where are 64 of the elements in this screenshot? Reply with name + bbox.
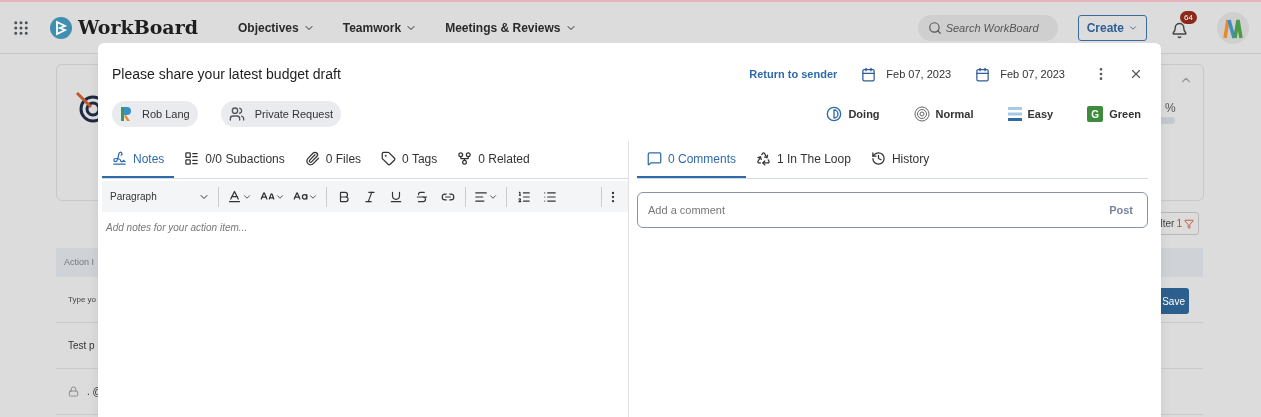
attribute-button[interactable]: Easy — [1007, 105, 1054, 123]
chip[interactable]: Private Request — [220, 101, 341, 127]
table-cell: Type yo — [68, 293, 96, 306]
paragraph-dropdown[interactable]: Paragraph — [106, 189, 214, 204]
bold-icon[interactable] — [337, 189, 351, 204]
italic-icon[interactable] — [363, 189, 377, 204]
comment-icon — [647, 151, 662, 166]
create-button[interactable]: Create — [1077, 14, 1147, 41]
lock-icon — [68, 386, 79, 397]
search-icon — [927, 20, 942, 35]
comment-field[interactable]: Add a comment Post — [637, 192, 1148, 228]
search-field[interactable]: Search WorkBoard — [917, 14, 1058, 41]
date-field[interactable]: Feb 07, 2023 — [975, 65, 1065, 83]
history-icon — [870, 151, 886, 166]
post-button[interactable]: Post — [1109, 201, 1137, 219]
app-name: WorkBoard — [78, 15, 198, 41]
concentric-circles-icon — [913, 106, 930, 122]
bullet-list-icon[interactable] — [543, 189, 557, 204]
paperclip-icon — [304, 151, 320, 166]
half-circle-icon — [826, 106, 843, 122]
tab[interactable]: History — [860, 141, 940, 178]
tab[interactable]: 0 Files — [294, 141, 372, 178]
align-left-icon — [474, 189, 488, 204]
calendar-icon — [861, 66, 877, 82]
tab[interactable]: Notes — [102, 141, 175, 178]
nav-menu[interactable]: Teamwork — [342, 18, 418, 37]
tab[interactable]: 1 In The Loop — [746, 141, 861, 178]
tag-icon — [381, 151, 397, 166]
table-cell-text: Test p — [68, 339, 95, 353]
logo-icon — [50, 16, 72, 39]
tab[interactable]: 0/0 Subactions — [174, 141, 295, 178]
close-icon[interactable] — [1129, 67, 1143, 81]
notes-field[interactable]: Add notes for your action item... — [102, 212, 628, 362]
tab[interactable]: 0 Comments — [637, 141, 747, 178]
health-badge: G — [1087, 106, 1104, 122]
calendar-icon — [975, 66, 991, 82]
nav-menu[interactable]: Objectives — [238, 18, 315, 37]
date-field[interactable]: Feb 07, 2023 — [861, 65, 952, 83]
return-link[interactable]: Return to sender — [749, 65, 838, 83]
apps-icon[interactable] — [12, 18, 30, 37]
chip[interactable]: Rob Lang — [112, 101, 198, 127]
avatar-icon — [120, 106, 132, 122]
font-color-icon — [227, 189, 242, 204]
underline-icon[interactable] — [389, 189, 403, 204]
tab[interactable]: 0 Tags — [371, 141, 448, 178]
progress-text: % — [1165, 100, 1176, 117]
strikethrough-icon[interactable] — [415, 189, 429, 204]
branch-icon — [457, 151, 473, 166]
notification-badge: 64 — [1180, 10, 1197, 24]
loop-icon — [756, 151, 772, 166]
bell-icon[interactable] — [1171, 21, 1188, 39]
nav-menu[interactable]: Meetings & Reviews — [445, 18, 577, 37]
user-avatar[interactable] — [1217, 11, 1249, 44]
tab[interactable]: 0 Related — [447, 141, 540, 178]
pen-icon — [112, 151, 127, 166]
people-icon — [228, 106, 245, 122]
attribute-button[interactable]: Doing — [826, 105, 880, 123]
dialog-title: Please share your latest budget draft — [112, 64, 341, 84]
filter-icon — [1184, 218, 1194, 229]
attribute-button[interactable]: G Green — [1087, 105, 1141, 123]
list-icon — [184, 151, 200, 166]
attribute-button[interactable]: Normal — [913, 105, 974, 123]
bars-icon — [1007, 106, 1022, 122]
numbered-list-icon[interactable] — [517, 189, 531, 204]
